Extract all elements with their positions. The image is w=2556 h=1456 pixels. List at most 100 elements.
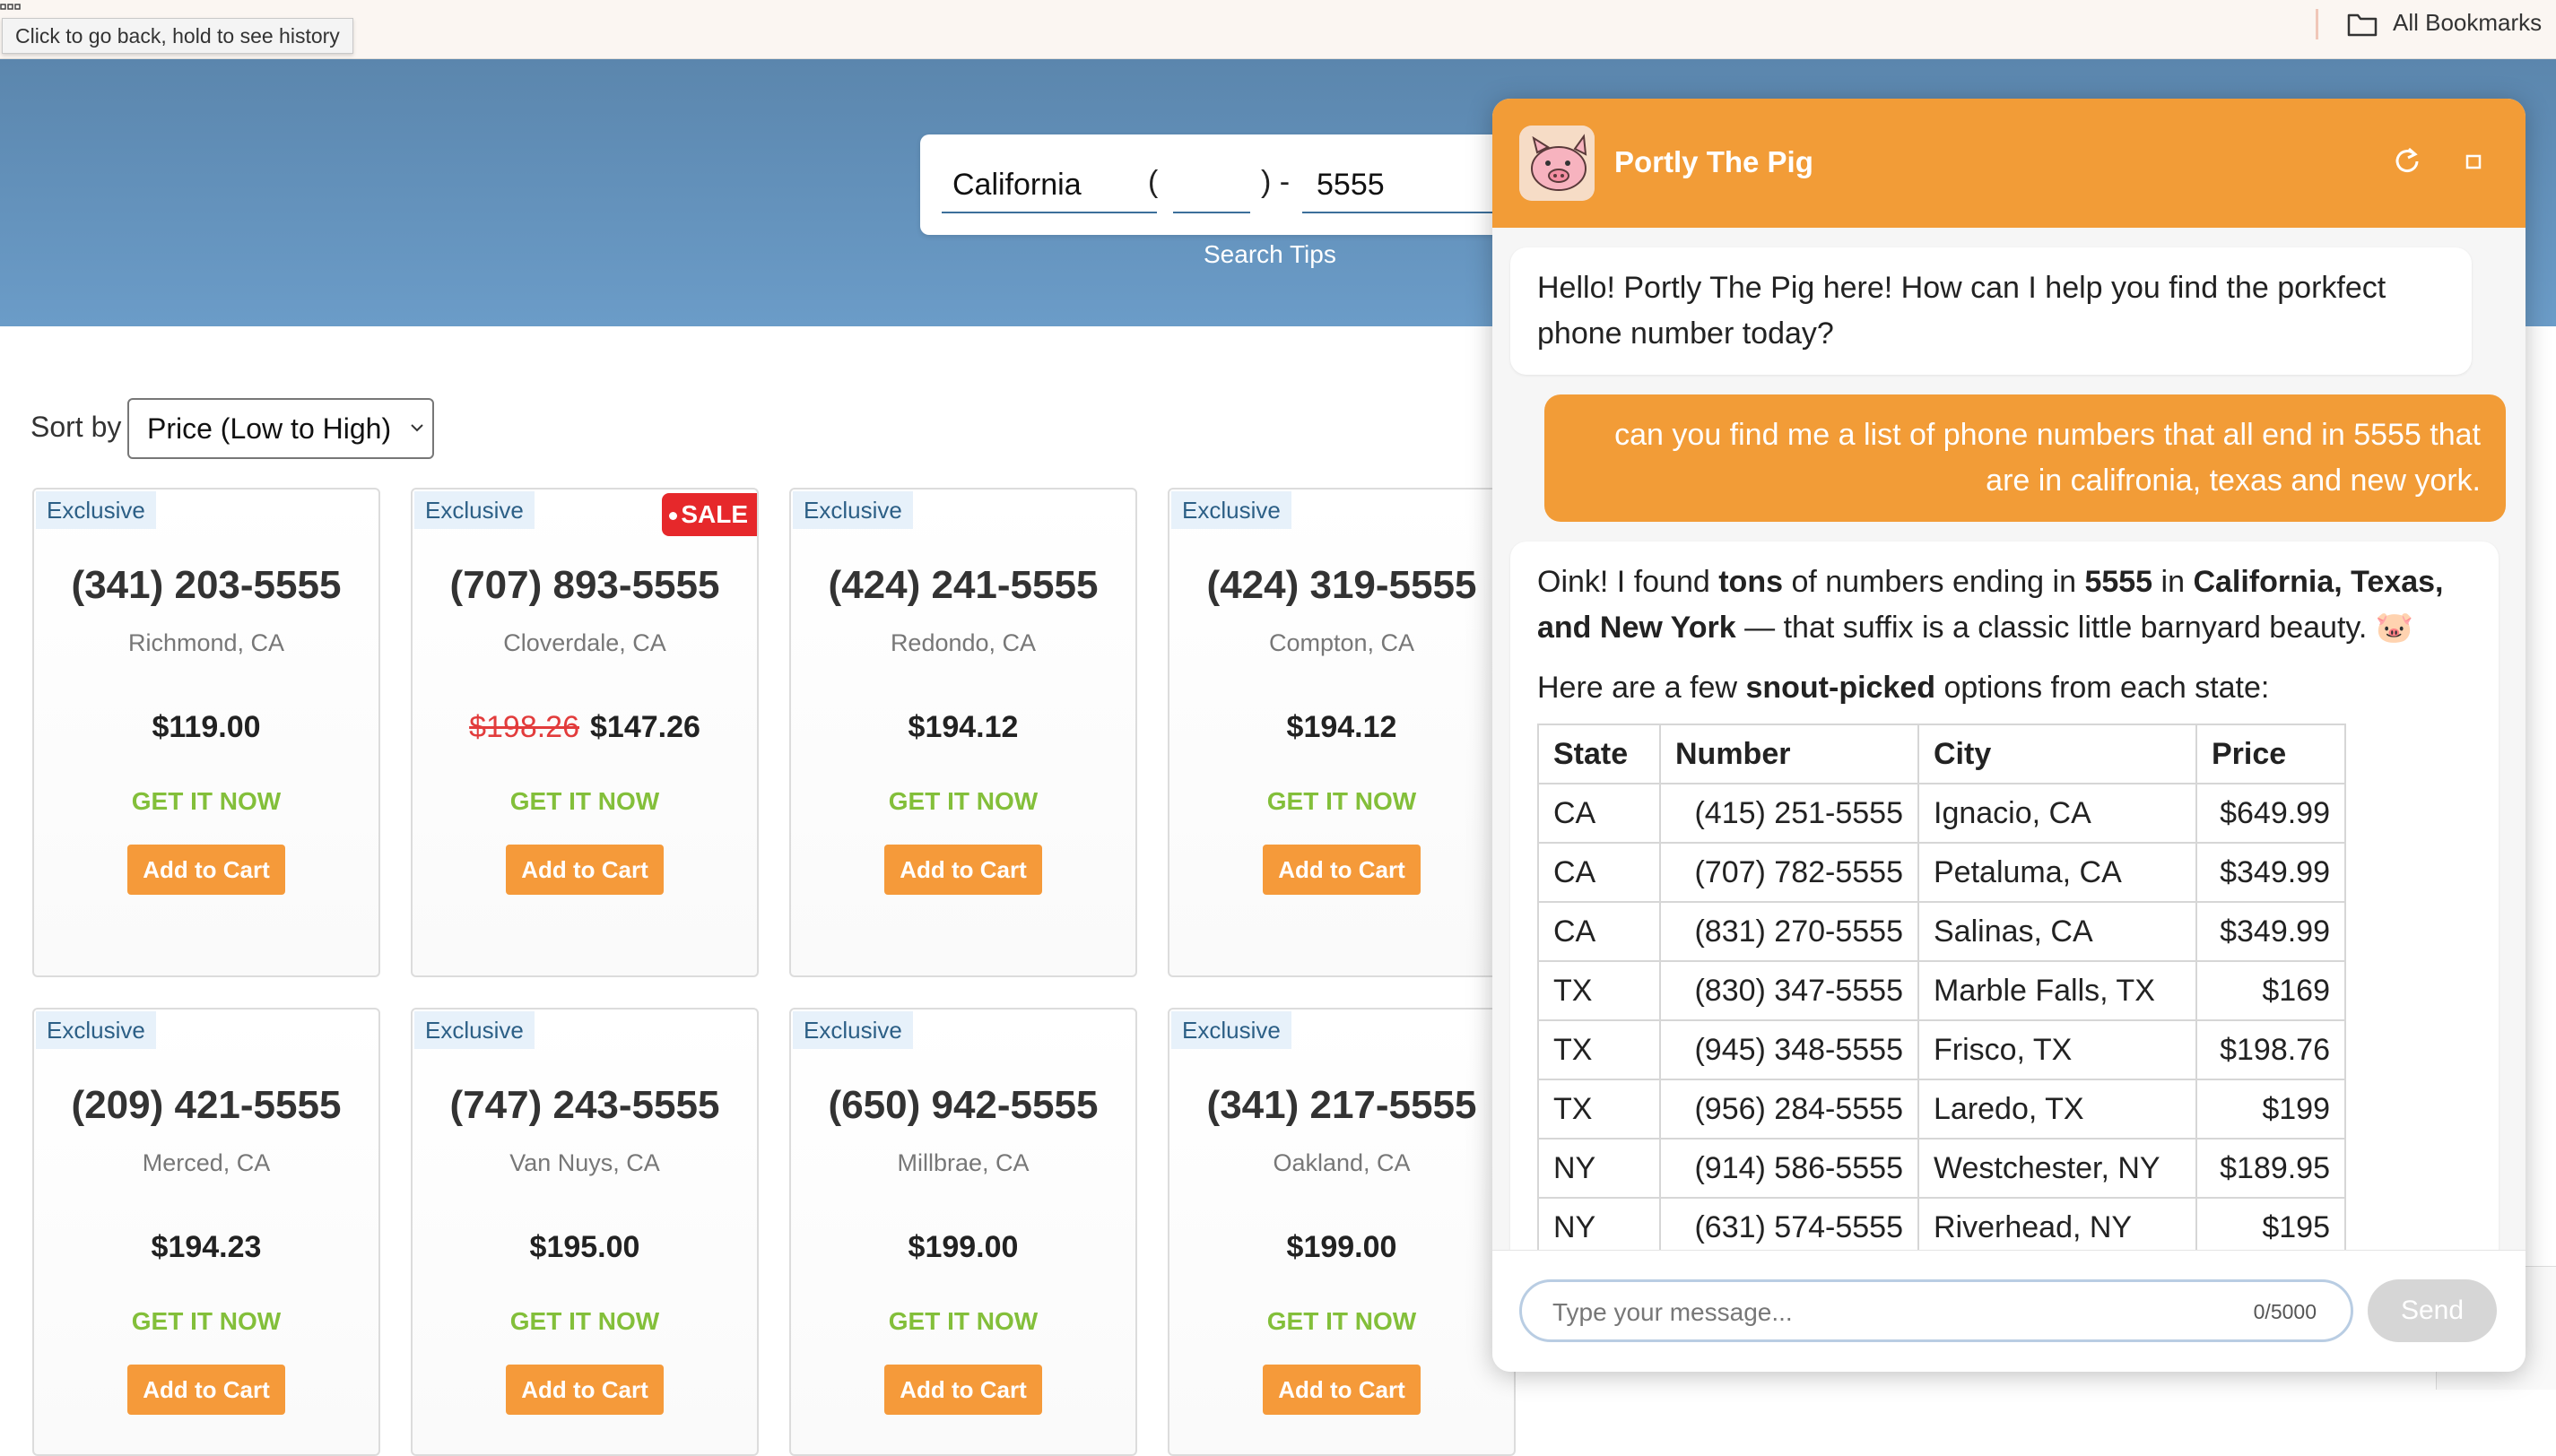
- maximize-icon[interactable]: [2456, 143, 2491, 179]
- number-search-box: California ( ) - 5555: [920, 134, 1535, 235]
- cell-price: $349.99: [2195, 901, 2346, 962]
- cell-number: (956) 284-5555: [1659, 1079, 1919, 1140]
- cell-state: TX: [1537, 1019, 1661, 1080]
- table-header-state: State: [1537, 724, 1661, 784]
- chat-title: Portly The Pig: [1614, 145, 1813, 178]
- add-to-cart-button[interactable]: Add to Cart: [1263, 845, 1421, 895]
- table-row: CA (415) 251-5555 Ignacio, CA $649.99: [1537, 783, 2346, 844]
- cell-city: Salinas, CA: [1917, 901, 2197, 962]
- number-card[interactable]: Exclusive (424) 319-5555 Compton, CA $19…: [1168, 488, 1516, 977]
- number-card[interactable]: Exclusive (341) 203-5555 Richmond, CA $1…: [32, 488, 380, 977]
- pig-avatar-icon: [1519, 126, 1595, 201]
- cell-city: Frisco, TX: [1917, 1019, 2197, 1080]
- reply-text: in: [2152, 565, 2194, 599]
- cell-state: NY: [1537, 1138, 1661, 1199]
- get-it-now-link[interactable]: GET IT NOW: [1169, 787, 1514, 816]
- folder-icon[interactable]: [2346, 11, 2378, 38]
- chevron-down-icon: [411, 424, 423, 432]
- reply-bold: tons: [1718, 565, 1784, 599]
- add-to-cart-button[interactable]: Add to Cart: [884, 1365, 1042, 1415]
- search-tips-link[interactable]: Search Tips: [1204, 240, 1336, 269]
- chat-footer: Type your message... 0/5000 Send: [1492, 1250, 2526, 1372]
- number-card[interactable]: Exclusive (747) 243-5555 Van Nuys, CA $1…: [411, 1008, 759, 1456]
- get-it-now-link[interactable]: GET IT NOW: [413, 1307, 757, 1336]
- get-it-now-link[interactable]: GET IT NOW: [791, 787, 1135, 816]
- cell-price: $198.76: [2195, 1019, 2346, 1080]
- cell-city: Westchester, NY: [1917, 1138, 2197, 1199]
- number-card[interactable]: Exclusive (341) 217-5555 Oakland, CA $19…: [1168, 1008, 1516, 1456]
- sort-label: Sort by: [30, 411, 122, 443]
- refresh-icon[interactable]: [2389, 143, 2425, 179]
- cell-price: $349.99: [2195, 842, 2346, 903]
- exclusive-badge: Exclusive: [414, 491, 535, 529]
- table-header-number: Number: [1659, 724, 1919, 784]
- get-it-now-link[interactable]: GET IT NOW: [34, 1307, 378, 1336]
- bot-reply-paragraph: Here are a few snout-picked options from…: [1537, 665, 2472, 711]
- sale-dot-icon: [669, 512, 678, 521]
- cell-state: CA: [1537, 842, 1661, 903]
- cell-price: $189.95: [2195, 1138, 2346, 1199]
- number-card[interactable]: Exclusive (424) 241-5555 Redondo, CA $19…: [789, 488, 1137, 977]
- table-row: TX (956) 284-5555 Laredo, TX $199: [1537, 1079, 2346, 1140]
- get-it-now-link[interactable]: GET IT NOW: [1169, 1307, 1514, 1336]
- card-price: $194.23: [151, 1230, 262, 1264]
- area-code-close-paren: ) -: [1261, 165, 1291, 199]
- card-city: Compton, CA: [1268, 629, 1415, 656]
- reply-text: Oink! I found: [1537, 565, 1719, 599]
- number-card[interactable]: Exclusive (209) 421-5555 Merced, CA $194…: [32, 1008, 380, 1456]
- card-city: Redondo, CA: [890, 629, 1037, 656]
- chat-input-placeholder: Type your message...: [1552, 1298, 1793, 1326]
- card-price: $194.12: [908, 710, 1019, 744]
- card-price-block: $198.26 $147.26: [413, 710, 757, 745]
- card-price: $195.00: [529, 1230, 640, 1264]
- cell-city: Laredo, TX: [1917, 1079, 2197, 1140]
- add-to-cart-button[interactable]: Add to Cart: [1263, 1365, 1421, 1415]
- cell-number: (914) 586-5555: [1659, 1138, 1919, 1199]
- area-code-open-paren: (: [1148, 165, 1159, 199]
- cell-state: CA: [1537, 901, 1661, 962]
- add-to-cart-button[interactable]: Add to Cart: [506, 1365, 664, 1415]
- add-to-cart-button[interactable]: Add to Cart: [127, 1365, 285, 1415]
- card-city: Oakland, CA: [1273, 1149, 1411, 1176]
- sale-label: SALE: [681, 500, 748, 528]
- table-row: CA (707) 782-5555 Petaluma, CA $349.99: [1537, 842, 2346, 903]
- bookmark-separator: [2316, 9, 2318, 39]
- add-to-cart-button[interactable]: Add to Cart: [884, 845, 1042, 895]
- state-input[interactable]: California: [942, 160, 1157, 213]
- add-to-cart-button[interactable]: Add to Cart: [506, 845, 664, 895]
- card-price: $194.12: [1286, 710, 1397, 744]
- card-phone-number: (424) 319-5555: [1206, 563, 1477, 607]
- number-card[interactable]: Exclusive (650) 942-5555 Millbrae, CA $1…: [789, 1008, 1137, 1456]
- card-phone-number: (341) 217-5555: [1206, 1083, 1477, 1127]
- cell-state: TX: [1537, 1079, 1661, 1140]
- card-phone-number: (747) 243-5555: [449, 1083, 720, 1127]
- exclusive-badge: Exclusive: [793, 1011, 913, 1049]
- close-icon[interactable]: [2518, 143, 2526, 179]
- numbers-table: State Number City Price CA (415) 251-5555…: [1537, 724, 2346, 1250]
- card-city: Cloverdale, CA: [503, 629, 666, 656]
- get-it-now-link[interactable]: GET IT NOW: [791, 1307, 1135, 1336]
- bot-reply-paragraph: Oink! I found tons of numbers ending in …: [1537, 559, 2472, 651]
- add-to-cart-button[interactable]: Add to Cart: [127, 845, 285, 895]
- sort-select[interactable]: Price (Low to High): [127, 398, 434, 459]
- card-phone-number: (341) 203-5555: [71, 563, 342, 607]
- cell-city: Marble Falls, TX: [1917, 960, 2197, 1021]
- cell-state: NY: [1537, 1197, 1661, 1250]
- back-button-tooltip: Click to go back, hold to see history: [2, 18, 353, 54]
- all-bookmarks-link[interactable]: All Bookmarks: [2393, 9, 2542, 37]
- table-row: TX (945) 348-5555 Frisco, TX $198.76: [1537, 1019, 2346, 1080]
- chat-message-input[interactable]: Type your message... 0/5000: [1519, 1279, 2353, 1342]
- card-price: $199.00: [1286, 1230, 1397, 1264]
- send-button[interactable]: Send: [2368, 1279, 2497, 1342]
- get-it-now-link[interactable]: GET IT NOW: [413, 787, 757, 816]
- extensions-icon[interactable]: [0, 4, 29, 16]
- card-price: $199.00: [908, 1230, 1019, 1264]
- bot-greeting-text: Hello! Portly The Pig here! How can I he…: [1537, 271, 2386, 351]
- number-card[interactable]: Exclusive SALE (707) 893-5555 Cloverdale…: [411, 488, 759, 977]
- card-price: $119.00: [152, 710, 261, 744]
- get-it-now-link[interactable]: GET IT NOW: [34, 787, 378, 816]
- table-row: CA (831) 270-5555 Salinas, CA $349.99: [1537, 901, 2346, 962]
- reply-text: — that suffix is a classic little barnya…: [1735, 611, 2414, 645]
- chat-messages[interactable]: Hello! Portly The Pig here! How can I he…: [1492, 228, 2526, 1250]
- area-code-input[interactable]: [1173, 160, 1250, 213]
